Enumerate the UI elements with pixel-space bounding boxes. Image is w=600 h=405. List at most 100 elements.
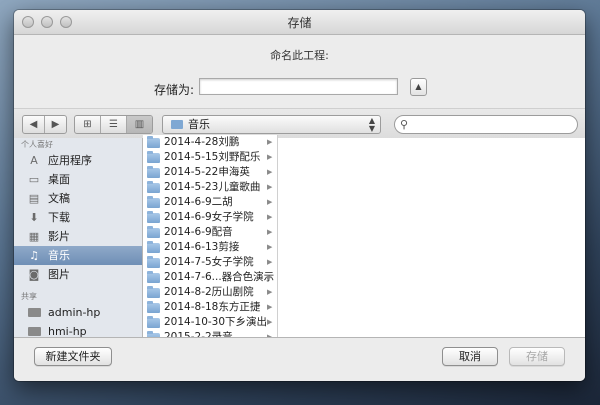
sidebar-item-downloads[interactable]: ⬇ 下载 <box>14 208 142 227</box>
browser-body: 个人喜好 A 应用程序 ▭ 桌面 ▤ 文稿 ⬇ 下载 ▦ 影片 ♫ 音乐 ◙ 图片 共享 admin-hp… <box>14 135 585 338</box>
disclosure-arrow-icon: ▶ <box>267 153 273 161</box>
folder-icon <box>147 256 160 268</box>
pictures-icon: ◙ <box>28 268 40 281</box>
desktop-icon: ▭ <box>28 173 40 186</box>
computer-icon <box>27 306 41 319</box>
movies-icon: ▦ <box>28 230 40 243</box>
sidebar-item-label: 影片 <box>48 230 70 243</box>
disclosure-arrow-icon: ▶ <box>267 138 273 146</box>
file-name: 2014-5-15刘野配乐 <box>164 151 261 163</box>
file-name: 2014-6-9女子学院 <box>164 211 254 223</box>
folder-icon <box>147 286 160 298</box>
folder-icon <box>147 241 160 253</box>
expand-dialog-button[interactable]: ▲ <box>410 78 427 96</box>
folder-icon <box>147 316 160 328</box>
preview-column <box>278 138 585 338</box>
folder-icon <box>171 120 183 129</box>
sidebar-item-label: 应用程序 <box>48 154 92 167</box>
downloads-icon: ⬇ <box>29 211 39 224</box>
file-name: 2014-10-30下乡演出 <box>164 316 268 328</box>
file-row[interactable]: 2014-8-2历山剧院 ▶ <box>143 285 277 300</box>
sidebar-item-documents[interactable]: ▤ 文稿 <box>14 189 142 208</box>
file-row[interactable]: 2014-6-9配音 ▶ <box>143 225 277 240</box>
sidebar-item-desktop[interactable]: ▭ 桌面 <box>14 170 142 189</box>
file-row[interactable]: 2014-5-23儿童歌曲 ▶ <box>143 180 277 195</box>
file-name: 2014-5-23儿童歌曲 <box>164 181 261 193</box>
file-row[interactable]: 2014-8-18东方正捷 ▶ <box>143 300 277 315</box>
sidebar-item-shared[interactable]: admin-hp <box>14 303 142 322</box>
sidebar-section-shared: 共享 <box>21 292 37 301</box>
sidebar-item-label: 图片 <box>48 268 70 281</box>
folder-icon <box>147 136 160 148</box>
file-row[interactable]: 2014-4-28刘鹏 ▶ <box>143 135 277 150</box>
sidebar-item-label: admin-hp <box>48 306 101 319</box>
file-row[interactable]: 2014-5-22申海英 ▶ <box>143 165 277 180</box>
sidebar-item-label: hmi-hp <box>48 325 87 338</box>
filename-input[interactable] <box>199 78 398 95</box>
folder-icon <box>147 151 160 163</box>
sidebar-item-movies[interactable]: ▦ 影片 <box>14 227 142 246</box>
cancel-button[interactable]: 取消 <box>442 347 498 366</box>
music-icon: ♫ <box>29 249 39 262</box>
search-icon: ⚲ <box>400 118 409 131</box>
sidebar-section-favorites: 个人喜好 <box>21 140 53 149</box>
icon-view-button[interactable]: ⊞ <box>75 116 100 133</box>
documents-icon: ▤ <box>28 192 40 205</box>
sidebar-item-shared[interactable]: hmi-hp <box>14 322 142 338</box>
save-as-label: 存储为: <box>154 83 195 97</box>
file-name: 2014-8-2历山剧院 <box>164 286 254 298</box>
sidebar-item-label: 下载 <box>48 211 70 224</box>
file-name: 2014-6-13剪接 <box>164 241 240 253</box>
column-view-button[interactable]: ▥ <box>126 116 152 133</box>
folder-icon <box>147 196 160 208</box>
disclosure-arrow-icon: ▶ <box>267 258 273 266</box>
file-column: 2014-4-28刘鹏 ▶ 2014-5-15刘野配乐 ▶ 2014-5-22申海英 ▶ 2… <box>143 135 278 338</box>
applications-icon: A <box>30 154 38 167</box>
disclosure-arrow-icon: ▶ <box>267 273 273 281</box>
file-name: 2014-7-6...器合色演示 <box>164 271 275 283</box>
sidebar: 个人喜好 A 应用程序 ▭ 桌面 ▤ 文稿 ⬇ 下载 ▦ 影片 ♫ 音乐 ◙ 图片 共享 admin-hp… <box>14 138 143 338</box>
file-name: 2014-6-9二胡 <box>164 196 233 208</box>
folder-icon <box>147 301 160 313</box>
location-label: 音乐 <box>188 118 210 131</box>
list-view-button[interactable]: ☰ <box>100 116 126 133</box>
file-row[interactable]: 2014-7-5女子学院 ▶ <box>143 255 277 270</box>
save-dialog: 存储 命名此工程: 存储为: ▲ ◀ ▶ ⊞ ☰ ▥ 音乐 ▲ ▼ ⚲ 个人喜好 … <box>14 10 585 381</box>
file-row[interactable]: 2014-6-9二胡 ▶ <box>143 195 277 210</box>
sidebar-item-label: 桌面 <box>48 173 70 186</box>
file-name: 2014-4-28刘鹏 <box>164 136 240 148</box>
file-row[interactable]: 2014-6-9女子学院 ▶ <box>143 210 277 225</box>
file-row[interactable]: 2014-6-13剪接 ▶ <box>143 240 277 255</box>
updown-arrows-icon: ▲ ▼ <box>368 116 375 133</box>
disclosure-arrow-icon: ▶ <box>267 183 273 191</box>
forward-button[interactable]: ▶ <box>44 116 66 133</box>
disclosure-arrow-icon: ▶ <box>267 318 273 326</box>
folder-icon <box>147 166 160 178</box>
view-mode-switch: ⊞ ☰ ▥ <box>74 115 153 134</box>
folder-icon <box>147 211 160 223</box>
disclosure-arrow-icon: ▶ <box>267 303 273 311</box>
search-field[interactable]: ⚲ <box>394 115 578 134</box>
file-row[interactable]: 2014-7-6...器合色演示 ▶ <box>143 270 277 285</box>
file-name: 2014-6-9配音 <box>164 226 233 238</box>
sidebar-item-pictures[interactable]: ◙ 图片 <box>14 265 142 284</box>
back-button[interactable]: ◀ <box>23 116 44 133</box>
disclosure-arrow-icon: ▶ <box>267 288 273 296</box>
sidebar-item-label: 音乐 <box>48 249 70 262</box>
folder-icon <box>147 181 160 193</box>
file-row[interactable]: 2014-5-15刘野配乐 ▶ <box>143 150 277 165</box>
sidebar-item-applications[interactable]: A 应用程序 <box>14 151 142 170</box>
save-button[interactable]: 存储 <box>509 347 565 366</box>
disclosure-arrow-icon: ▶ <box>267 213 273 221</box>
new-folder-button[interactable]: 新建文件夹 <box>34 347 112 366</box>
disclosure-arrow-icon: ▶ <box>267 243 273 251</box>
file-row[interactable]: 2014-10-30下乡演出 ▶ <box>143 315 277 330</box>
folder-icon <box>147 271 160 283</box>
location-popup[interactable]: 音乐 ▲ ▼ <box>162 115 381 134</box>
disclosure-arrow-icon: ▶ <box>267 228 273 236</box>
browser-toolbar: ◀ ▶ ⊞ ☰ ▥ 音乐 ▲ ▼ ⚲ <box>14 109 585 140</box>
file-name: 2014-8-18东方正捷 <box>164 301 261 313</box>
sidebar-item-music[interactable]: ♫ 音乐 <box>14 246 142 265</box>
disclosure-arrow-icon: ▶ <box>267 198 273 206</box>
save-prompt: 命名此工程: <box>270 49 329 62</box>
